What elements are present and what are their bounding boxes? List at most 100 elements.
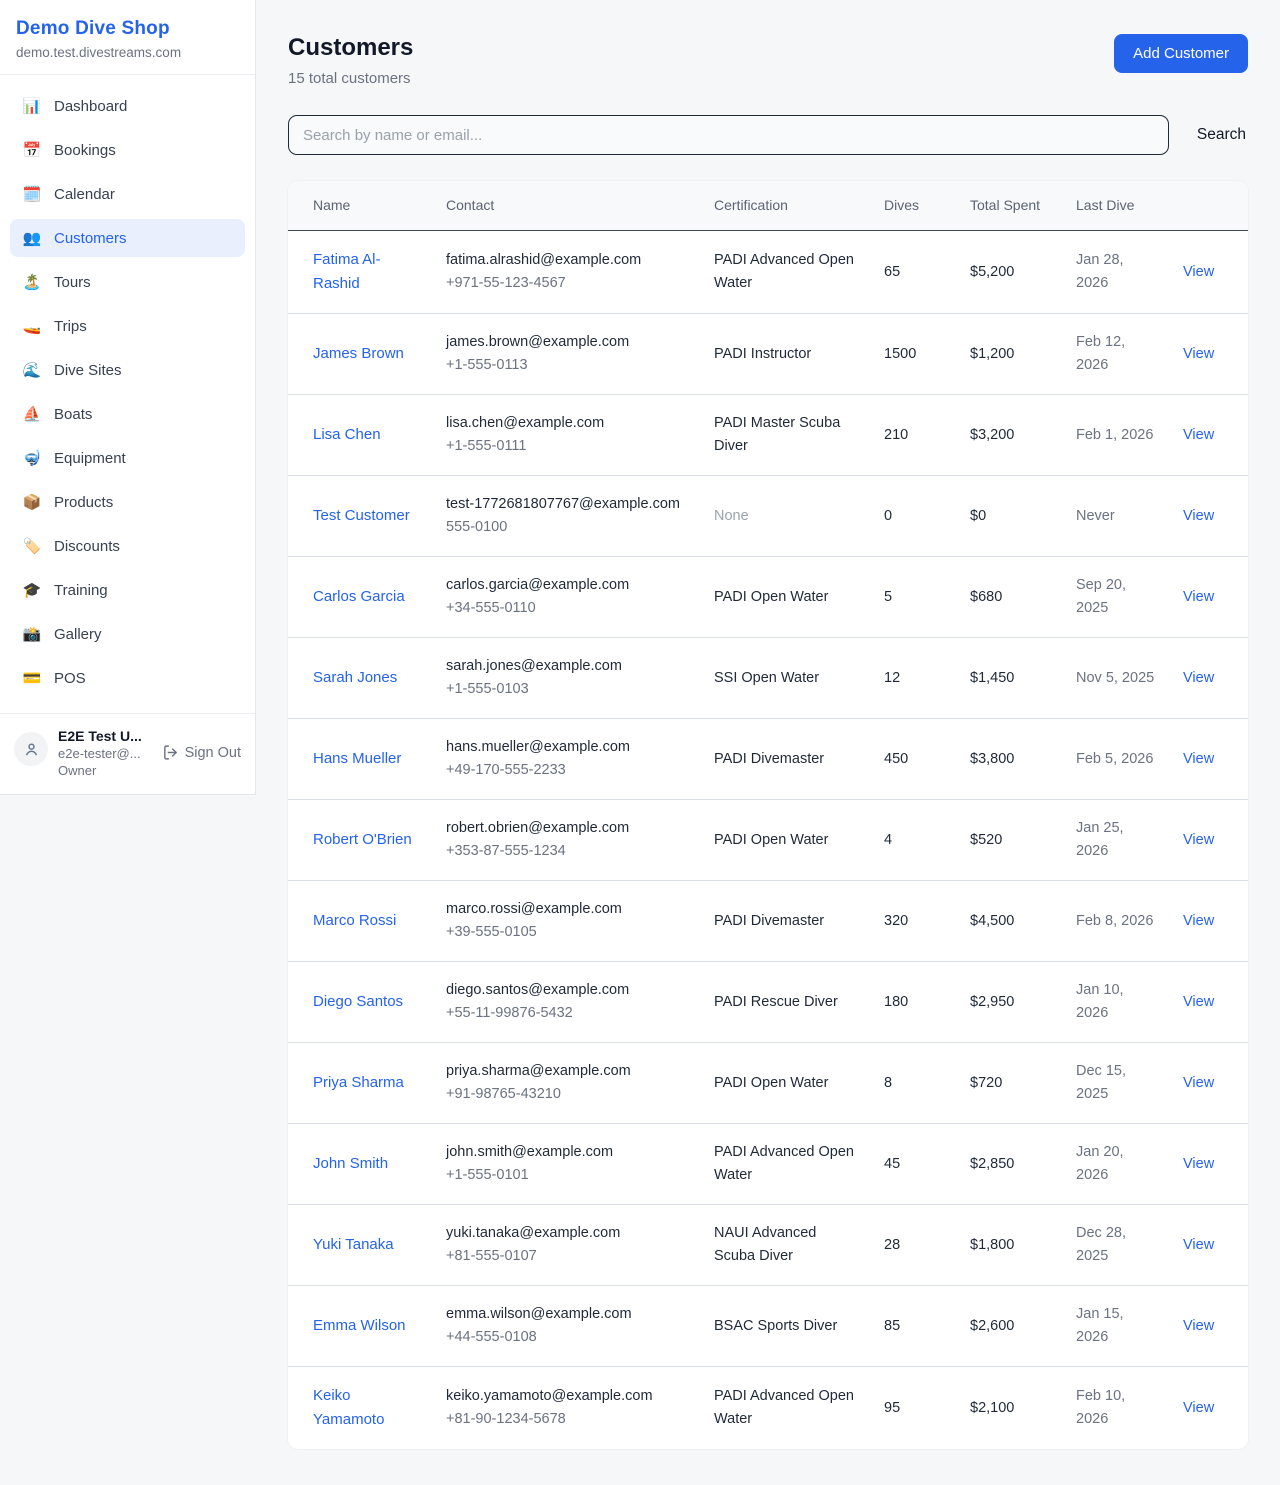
customer-name-link[interactable]: Keiko Yamamoto: [313, 1387, 384, 1428]
cell-certification: PADI Divemaster: [702, 881, 872, 962]
customer-name-link[interactable]: Marco Rossi: [313, 912, 396, 929]
sidebar-item-dive-sites[interactable]: 🌊Dive Sites: [10, 351, 245, 389]
customer-phone: +55-11-99876-5432: [446, 1002, 690, 1025]
customer-last-dive: Jan 25, 2026: [1076, 820, 1124, 859]
cell-contact: diego.santos@example.com+55-11-99876-543…: [434, 962, 702, 1043]
view-customer-link[interactable]: View: [1183, 751, 1214, 767]
sidebar-item-boats[interactable]: ⛵Boats: [10, 395, 245, 433]
customer-email: keiko.yamamoto@example.com: [446, 1385, 690, 1408]
customer-name-link[interactable]: Robert O'Brien: [313, 831, 412, 848]
products-icon: 📦: [22, 493, 42, 511]
sidebar-item-label: Boats: [54, 406, 92, 423]
customer-phone: +44-555-0108: [446, 1326, 690, 1349]
user-email: e2e-tester@...: [58, 746, 152, 761]
customer-certification: PADI Divemaster: [714, 913, 824, 929]
view-customer-link[interactable]: View: [1183, 1156, 1214, 1172]
customer-dives: 8: [884, 1075, 892, 1091]
view-customer-link[interactable]: View: [1183, 589, 1214, 605]
user-icon: [23, 741, 40, 758]
customers-table: NameContactCertificationDivesTotal Spent…: [288, 181, 1248, 1449]
customer-name-link[interactable]: Priya Sharma: [313, 1074, 404, 1091]
sidebar-item-gallery[interactable]: 📸Gallery: [10, 615, 245, 653]
cell-certification: PADI Rescue Diver: [702, 962, 872, 1043]
sidebar-item-equipment[interactable]: 🤿Equipment: [10, 439, 245, 477]
page-header-text: Customers 15 total customers: [288, 34, 413, 87]
customer-dives: 95: [884, 1400, 900, 1416]
sidebar-item-label: Customers: [54, 230, 127, 247]
customer-total-spent: $2,600: [970, 1318, 1014, 1334]
cell-action: View: [1171, 1124, 1248, 1205]
customer-dives: 65: [884, 264, 900, 280]
view-customer-link[interactable]: View: [1183, 264, 1214, 280]
customer-name-link[interactable]: James Brown: [313, 345, 404, 362]
sidebar-item-training[interactable]: 🎓Training: [10, 571, 245, 609]
cell-dives: 45: [872, 1124, 958, 1205]
customer-name-link[interactable]: Yuki Tanaka: [313, 1236, 394, 1253]
customer-name-link[interactable]: Sarah Jones: [313, 669, 397, 686]
table-row: James Brownjames.brown@example.com+1-555…: [288, 314, 1248, 395]
view-customer-link[interactable]: View: [1183, 427, 1214, 443]
customer-dives: 4: [884, 832, 892, 848]
cell-contact: emma.wilson@example.com+44-555-0108: [434, 1286, 702, 1367]
view-customer-link[interactable]: View: [1183, 1318, 1214, 1334]
sidebar-item-trips[interactable]: 🚤Trips: [10, 307, 245, 345]
cell-certification: None: [702, 476, 872, 557]
customer-name-link[interactable]: Diego Santos: [313, 993, 403, 1010]
cell-certification: SSI Open Water: [702, 638, 872, 719]
sign-out-label: Sign Out: [185, 745, 241, 761]
customer-total-spent: $2,850: [970, 1156, 1014, 1172]
customer-name-link[interactable]: Fatima Al-Rashid: [313, 251, 381, 292]
view-customer-link[interactable]: View: [1183, 832, 1214, 848]
sidebar-item-bookings[interactable]: 📅Bookings: [10, 131, 245, 169]
customer-dives: 12: [884, 670, 900, 686]
customer-email: john.smith@example.com: [446, 1141, 690, 1164]
sidebar-item-dashboard[interactable]: 📊Dashboard: [10, 87, 245, 125]
customer-name-link[interactable]: John Smith: [313, 1155, 388, 1172]
add-customer-button[interactable]: Add Customer: [1114, 34, 1248, 73]
view-customer-link[interactable]: View: [1183, 913, 1214, 929]
sidebar-item-pos[interactable]: 💳POS: [10, 659, 245, 697]
view-customer-link[interactable]: View: [1183, 1400, 1214, 1416]
view-customer-link[interactable]: View: [1183, 346, 1214, 362]
cell-action: View: [1171, 231, 1248, 314]
customer-dives: 5: [884, 589, 892, 605]
customer-name-link[interactable]: Emma Wilson: [313, 1317, 406, 1334]
sidebar-item-products[interactable]: 📦Products: [10, 483, 245, 521]
customer-certification: PADI Instructor: [714, 346, 811, 362]
cell-name: Fatima Al-Rashid: [288, 231, 434, 314]
view-customer-link[interactable]: View: [1183, 670, 1214, 686]
pos-icon: 💳: [22, 669, 42, 687]
view-customer-link[interactable]: View: [1183, 994, 1214, 1010]
cell-total-spent: $2,850: [958, 1124, 1064, 1205]
sidebar-item-discounts[interactable]: 🏷️Discounts: [10, 527, 245, 565]
cell-name: Diego Santos: [288, 962, 434, 1043]
sidebar-item-calendar[interactable]: 🗓️Calendar: [10, 175, 245, 213]
cell-action: View: [1171, 557, 1248, 638]
view-customer-link[interactable]: View: [1183, 508, 1214, 524]
training-icon: 🎓: [22, 581, 42, 599]
search-button[interactable]: Search: [1195, 122, 1248, 148]
view-customer-link[interactable]: View: [1183, 1075, 1214, 1091]
view-customer-link[interactable]: View: [1183, 1237, 1214, 1253]
cell-last-dive: Jan 28, 2026: [1064, 231, 1171, 314]
customers-table-card: NameContactCertificationDivesTotal Spent…: [288, 181, 1248, 1449]
search-input[interactable]: [288, 115, 1169, 155]
cell-dives: 320: [872, 881, 958, 962]
sign-out-icon: [162, 744, 179, 761]
customer-last-dive: Jan 28, 2026: [1076, 252, 1124, 291]
sidebar-item-customers[interactable]: 👥Customers: [10, 219, 245, 257]
customer-last-dive: Feb 8, 2026: [1076, 913, 1153, 929]
sidebar-item-tours[interactable]: 🏝️Tours: [10, 263, 245, 301]
customer-certification: PADI Advanced Open Water: [714, 252, 854, 291]
customer-name-link[interactable]: Test Customer: [313, 507, 410, 524]
sign-out-button[interactable]: Sign Out: [162, 744, 241, 761]
customer-name-link[interactable]: Lisa Chen: [313, 426, 381, 443]
customer-total-spent: $4,500: [970, 913, 1014, 929]
customer-name-link[interactable]: Hans Mueller: [313, 750, 401, 767]
customer-dives: 450: [884, 751, 908, 767]
cell-last-dive: Jan 15, 2026: [1064, 1286, 1171, 1367]
bookings-icon: 📅: [22, 141, 42, 159]
customer-name-link[interactable]: Carlos Garcia: [313, 588, 405, 605]
table-row: Carlos Garciacarlos.garcia@example.com+3…: [288, 557, 1248, 638]
customer-phone: +1-555-0111: [446, 435, 690, 458]
